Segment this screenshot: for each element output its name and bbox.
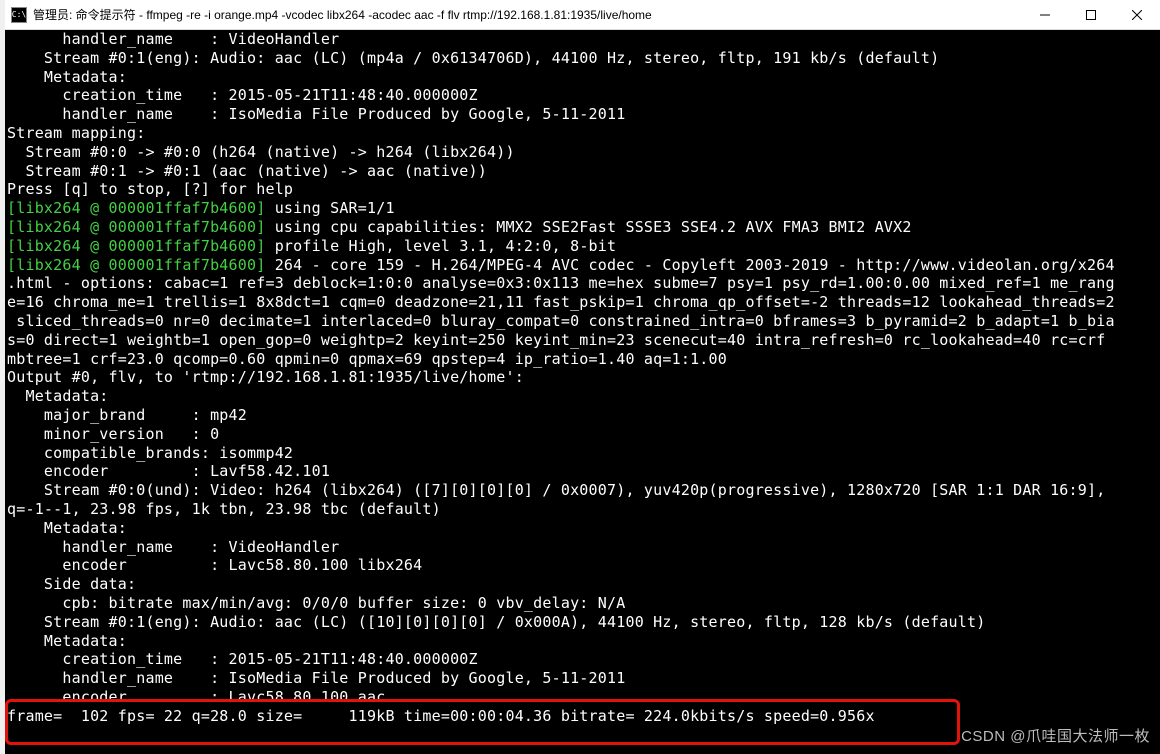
- terminal-line: minor_version : 0: [7, 425, 1158, 444]
- terminal-line: [libx264 @ 000001ffaf7b4600] using cpu c…: [7, 218, 1158, 237]
- terminal-line: encoder : Lavf58.42.101: [7, 462, 1158, 481]
- terminal-line: creation_time : 2015-05-21T11:48:40.0000…: [7, 650, 1158, 669]
- terminal-line: creation_time : 2015-05-21T11:48:40.0000…: [7, 86, 1158, 105]
- titlebar[interactable]: C:\ 管理员: 命令提示符 - ffmpeg -re -i orange.mp…: [5, 0, 1160, 30]
- terminal-line: Stream #0:1 -> #0:1 (aac (native) -> aac…: [7, 162, 1158, 181]
- terminal-line: e=16 chroma_me=1 trellis=1 8x8dct=1 cqm=…: [7, 293, 1158, 312]
- terminal-line: [libx264 @ 000001ffaf7b4600] profile Hig…: [7, 237, 1158, 256]
- terminal-line: Side data:: [7, 575, 1158, 594]
- terminal-line: Stream #0:0 -> #0:0 (h264 (native) -> h2…: [7, 143, 1158, 162]
- terminal-line: encoder : Lavc58.80.100 libx264: [7, 556, 1158, 575]
- cmd-icon: C:\: [11, 7, 27, 23]
- terminal-line: compatible_brands: isommp42: [7, 444, 1158, 463]
- terminal-line: Metadata:: [7, 68, 1158, 87]
- terminal-line: cpb: bitrate max/min/avg: 0/0/0 buffer s…: [7, 594, 1158, 613]
- titlebar-text: 管理员: 命令提示符 - ffmpeg -re -i orange.mp4 -v…: [33, 6, 1022, 23]
- terminal-line: handler_name : IsoMedia File Produced by…: [7, 105, 1158, 124]
- terminal-line: Output #0, flv, to 'rtmp://192.168.1.81:…: [7, 368, 1158, 387]
- close-button[interactable]: [1114, 0, 1160, 29]
- terminal-line: Metadata:: [7, 632, 1158, 651]
- terminal-line: handler_name : VideoHandler: [7, 30, 1158, 49]
- watermark: CSDN @爪哇国大法师一枚: [961, 725, 1150, 746]
- terminal-line: handler_name : VideoHandler: [7, 538, 1158, 557]
- terminal-line: [libx264 @ 000001ffaf7b4600] using SAR=1…: [7, 199, 1158, 218]
- terminal-line: Stream #0:1(eng): Audio: aac (LC) (mp4a …: [7, 49, 1158, 68]
- terminal-line: .html - options: cabac=1 ref=3 deblock=1…: [7, 274, 1158, 293]
- terminal-line: handler_name : IsoMedia File Produced by…: [7, 669, 1158, 688]
- terminal-line: Metadata:: [7, 387, 1158, 406]
- window-controls: [1022, 0, 1160, 29]
- terminal-line: encoder : Lavc58.80.100 aac: [7, 688, 1158, 707]
- minimize-button[interactable]: [1022, 0, 1068, 29]
- terminal-line: Press [q] to stop, [?] for help: [7, 180, 1158, 199]
- terminal-line: s=0 direct=1 weightb=1 open_gop=0 weight…: [7, 331, 1158, 350]
- maximize-button[interactable]: [1068, 0, 1114, 29]
- terminal-line: Stream #0:1(eng): Audio: aac (LC) ([10][…: [7, 613, 1158, 632]
- terminal-line: Stream #0:0(und): Video: h264 (libx264) …: [7, 481, 1158, 500]
- terminal-line: q=-1--1, 23.98 fps, 1k tbn, 23.98 tbc (d…: [7, 500, 1158, 519]
- terminal-line: major_brand : mp42: [7, 406, 1158, 425]
- terminal-line: mbtree=1 crf=23.0 qcomp=0.60 qpmin=0 qpm…: [7, 350, 1158, 369]
- terminal-line: [libx264 @ 000001ffaf7b4600] 264 - core …: [7, 256, 1158, 275]
- cmd-window: C:\ 管理员: 命令提示符 - ffmpeg -re -i orange.mp…: [5, 0, 1160, 754]
- terminal-line: Metadata:: [7, 519, 1158, 538]
- terminal-output[interactable]: handler_name : VideoHandler Stream #0:1(…: [5, 30, 1160, 754]
- terminal-line: frame= 102 fps= 22 q=28.0 size= 119kB ti…: [7, 707, 1158, 726]
- terminal-line: sliced_threads=0 nr=0 decimate=1 interla…: [7, 312, 1158, 331]
- terminal-line: Stream mapping:: [7, 124, 1158, 143]
